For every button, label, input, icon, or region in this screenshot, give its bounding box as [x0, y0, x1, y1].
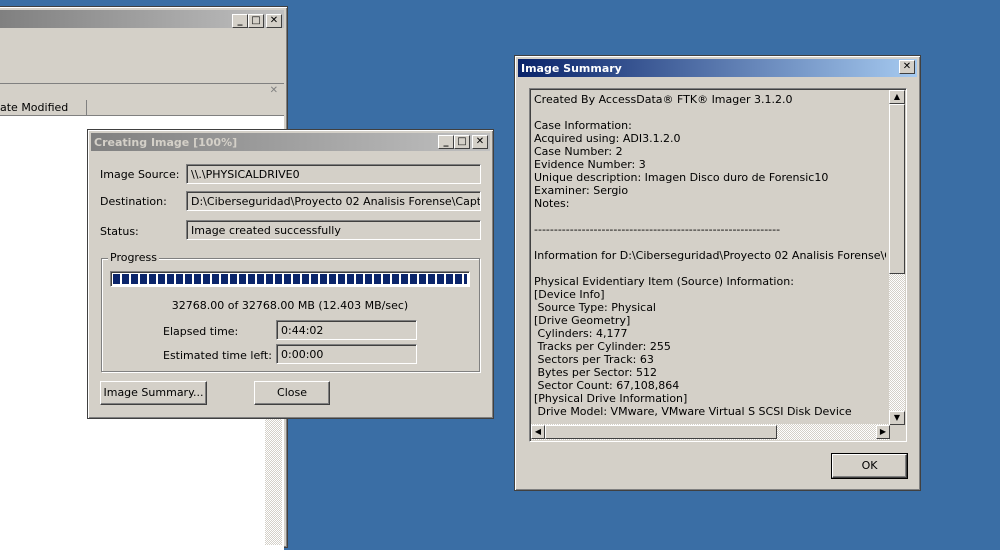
elapsed-time-field: 0:44:02 [276, 320, 417, 340]
image-summary-dialog: Image Summary ✕ Created By AccessData® F… [514, 55, 921, 491]
destination-label: Destination: [100, 195, 167, 208]
summary-line: ----------------------------------------… [534, 223, 781, 236]
column-header-date-modified[interactable]: ate Modified [0, 100, 87, 116]
summary-line: Bytes per Sector: 512 [534, 366, 657, 379]
summary-line [534, 210, 886, 223]
close-icon[interactable]: ✕ [472, 135, 488, 149]
close-icon[interactable]: ✕ [899, 60, 915, 74]
summary-line [534, 106, 886, 119]
progress-group-title: Progress [108, 251, 159, 264]
creating-image-titlebar: Creating Image [100%] [91, 133, 490, 151]
summary-line: [Drive Geometry] [534, 314, 631, 327]
summary-line: Unique description: Imagen Disco duro de… [534, 171, 829, 184]
summary-line: Evidence Number: 3 [534, 158, 646, 171]
dialog-title: Creating Image [100%] [94, 135, 238, 149]
vertical-scroll-thumb[interactable] [889, 104, 905, 274]
image-summary-button[interactable]: Image Summary... [100, 381, 207, 405]
summary-line: Drive Model: VMware, VMware Virtual S SC… [534, 405, 852, 418]
search-close-icon[interactable]: ✕ [270, 85, 278, 96]
image-summary-titlebar: Image Summary [518, 59, 917, 77]
summary-line: Created By AccessData® FTK® Imager 3.1.2… [534, 93, 793, 106]
status-label: Status: [100, 225, 139, 238]
summary-line: Sectors per Track: 63 [534, 353, 654, 366]
ok-button[interactable]: OK [831, 453, 908, 479]
image-source-label: Image Source: [100, 168, 180, 181]
summary-line: Information for D:\Ciberseguridad\Proyec… [534, 249, 886, 262]
estimated-time-field: 0:00:00 [276, 344, 417, 364]
maximize-icon[interactable]: □ [248, 14, 264, 28]
scroll-left-icon[interactable]: ◀ [531, 425, 545, 439]
summary-line: Tracks per Cylinder: 255 [534, 340, 671, 353]
vertical-scrollbar-track[interactable] [265, 405, 282, 545]
status-field: Image created successfully [186, 220, 481, 240]
progress-bar [110, 271, 470, 287]
summary-line: Physical Evidentiary Item (Source) Infor… [534, 275, 794, 288]
summary-line: Examiner: Sergio [534, 184, 629, 197]
summary-text-area[interactable]: Created By AccessData® FTK® Imager 3.1.2… [529, 88, 907, 442]
summary-line: Source Type: Physical [534, 301, 656, 314]
close-icon[interactable]: ✕ [266, 14, 282, 28]
scroll-down-icon[interactable]: ▼ [889, 411, 905, 425]
summary-line [534, 262, 886, 275]
progress-bar-fill [113, 274, 467, 284]
minimize-icon[interactable]: _ [438, 135, 454, 149]
scroll-right-icon[interactable]: ▶ [876, 425, 890, 439]
estimated-time-label: Estimated time left: [163, 349, 272, 362]
dialog-title: Image Summary [521, 61, 622, 75]
summary-line: [Physical Drive Information] [534, 392, 688, 405]
summary-line: Case Information: [534, 119, 632, 132]
elapsed-time-label: Elapsed time: [163, 325, 239, 338]
summary-line: [Device Info] [534, 288, 605, 301]
image-source-field: \\.\PHYSICALDRIVE0 [186, 164, 481, 184]
scroll-up-icon[interactable]: ▲ [889, 90, 905, 104]
summary-line: Notes: [534, 197, 570, 210]
summary-text: Created By AccessData® FTK® Imager 3.1.2… [534, 93, 886, 421]
summary-line: Case Number: 2 [534, 145, 623, 158]
summary-line: Acquired using: ADI3.1.2.0 [534, 132, 681, 145]
summary-line: Sector Count: 67,108,864 [534, 379, 680, 392]
summary-line: Cylinders: 4,177 [534, 327, 628, 340]
creating-image-dialog: Creating Image [100%] _ □ ✕ Image Source… [87, 129, 494, 419]
horizontal-scroll-thumb[interactable] [545, 425, 777, 439]
destination-field: D:\Ciberseguridad\Proyecto 02 Analisis F… [186, 191, 481, 211]
maximize-icon[interactable]: □ [454, 135, 470, 149]
minimize-icon[interactable]: _ [232, 14, 248, 28]
progress-text: 32768.00 of 32768.00 MB (12.403 MB/sec) [171, 299, 409, 312]
search-bar[interactable]: ✕ [0, 83, 284, 101]
column-header-blank[interactable] [87, 100, 284, 116]
close-button[interactable]: Close [254, 381, 330, 405]
vertical-scrollbar[interactable]: ▲ ▼ [889, 90, 905, 425]
summary-line [534, 236, 886, 249]
horizontal-scrollbar[interactable]: ◀ ▶ [531, 424, 890, 440]
